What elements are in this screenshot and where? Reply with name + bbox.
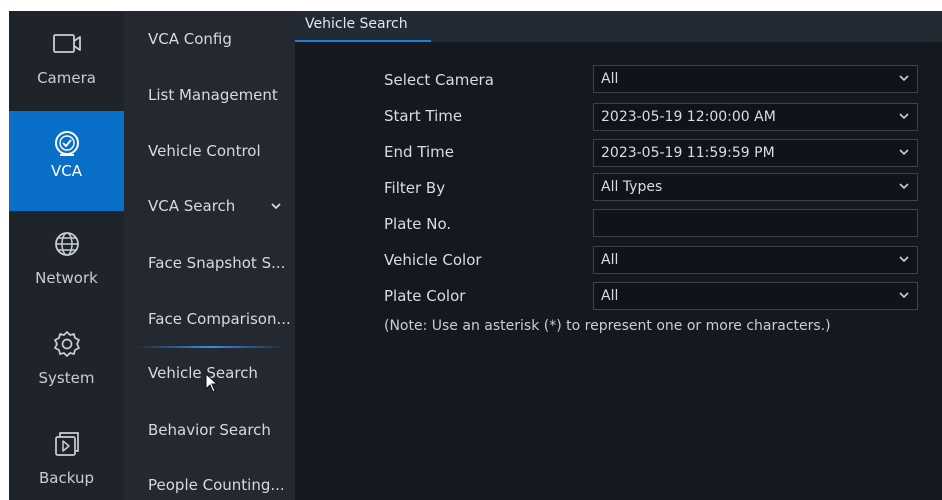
submenu-item-face-comparison[interactable]: Face Comparison... [124, 299, 295, 339]
plate-color-value: All [601, 288, 619, 304]
tab-active-indicator [295, 40, 431, 42]
end-time-picker[interactable]: 2023-05-19 11:59:59 PM [593, 139, 918, 167]
gear-icon [52, 328, 82, 360]
tab-bar: Vehicle Search [295, 11, 942, 42]
submenu-item-face-snapshot-search[interactable]: Face Snapshot S... [124, 243, 295, 283]
end-time-label: End Time [384, 143, 454, 161]
chevron-down-icon [899, 140, 909, 166]
start-time-label: Start Time [384, 107, 463, 125]
main-nav-rail: Camera VCA Network System Backup [9, 11, 124, 500]
backup-icon [53, 428, 81, 460]
end-time-value: 2023-05-19 11:59:59 PM [601, 145, 775, 161]
submenu-item-behavior-search[interactable]: Behavior Search [124, 410, 295, 450]
vehicle-color-dropdown[interactable]: All [593, 246, 918, 274]
nav-network-label: Network [35, 269, 98, 287]
chevron-down-icon [899, 66, 909, 92]
plate-color-label: Plate Color [384, 287, 466, 305]
plate-color-dropdown[interactable]: All [593, 282, 918, 310]
vehicle-color-label: Vehicle Color [384, 251, 482, 269]
start-time-value: 2023-05-19 12:00:00 AM [601, 109, 776, 125]
submenu-item-label: Face Snapshot S... [148, 254, 286, 272]
select-camera-value: All [601, 71, 619, 87]
nav-backup-label: Backup [39, 469, 94, 487]
vehicle-search-panel: Vehicle Search Select Camera All Start T… [295, 11, 942, 500]
chevron-down-icon [899, 174, 909, 200]
plate-no-input[interactable] [593, 209, 918, 237]
nav-vca[interactable]: VCA [9, 111, 124, 211]
nav-vca-label: VCA [51, 162, 82, 180]
chevron-down-icon [899, 247, 909, 273]
vca-icon [51, 128, 83, 160]
submenu-item-label: Face Comparison... [148, 310, 291, 328]
tab-label: Vehicle Search [305, 16, 408, 32]
plate-no-label: Plate No. [384, 215, 452, 233]
submenu-item-label: Vehicle Search [148, 364, 258, 382]
submenu-item-vca-config[interactable]: VCA Config [124, 19, 295, 59]
submenu-item-vca-search[interactable]: VCA Search [124, 186, 295, 226]
nav-network[interactable]: Network [9, 211, 124, 311]
submenu-item-label: People Counting... [148, 476, 285, 494]
mouse-cursor-icon [205, 368, 219, 408]
submenu-item-label: Vehicle Control [148, 142, 261, 160]
submenu-item-label: VCA Config [148, 30, 232, 48]
filter-by-label: Filter By [384, 179, 446, 197]
tab-vehicle-search[interactable]: Vehicle Search [295, 11, 431, 42]
filter-by-dropdown[interactable]: All Types [593, 173, 918, 201]
nav-camera[interactable]: Camera [9, 11, 124, 111]
asterisk-note: (Note: Use an asterisk (*) to represent … [384, 318, 831, 334]
selection-highlight [136, 346, 286, 348]
chevron-down-icon [899, 104, 909, 130]
select-camera-dropdown[interactable]: All [593, 65, 918, 93]
submenu-item-vehicle-control[interactable]: Vehicle Control [124, 131, 295, 171]
nav-backup[interactable]: Backup [9, 411, 124, 500]
nav-system-label: System [38, 369, 95, 387]
submenu-item-label: List Management [148, 86, 278, 104]
submenu-item-list-management[interactable]: List Management [124, 75, 295, 115]
nav-camera-label: Camera [37, 69, 96, 87]
app-window: Camera VCA Network System Backup VCA Con… [9, 11, 942, 500]
submenu-item-label: Behavior Search [148, 421, 271, 439]
camera-icon [52, 28, 82, 60]
chevron-down-icon [899, 283, 909, 309]
vehicle-color-value: All [601, 252, 619, 268]
filter-by-value: All Types [601, 179, 663, 195]
vca-submenu: VCA Config List Management Vehicle Contr… [124, 11, 295, 500]
submenu-item-vehicle-search[interactable]: Vehicle Search [124, 346, 295, 393]
chevron-down-icon [271, 186, 281, 226]
submenu-item-people-counting[interactable]: People Counting... [124, 465, 295, 500]
start-time-picker[interactable]: 2023-05-19 12:00:00 AM [593, 103, 918, 131]
nav-system[interactable]: System [9, 311, 124, 411]
select-camera-label: Select Camera [384, 71, 494, 89]
submenu-item-label: VCA Search [148, 197, 236, 215]
globe-icon [53, 228, 81, 260]
